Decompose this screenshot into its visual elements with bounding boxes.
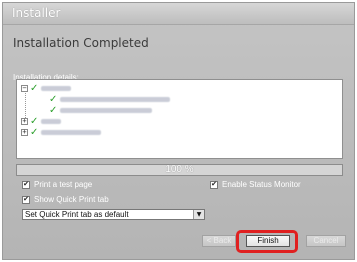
chevron-down-icon[interactable]: ▼ bbox=[193, 210, 204, 219]
show-quick-print-tab-label: Show Quick Print tab bbox=[34, 195, 109, 204]
expand-icon[interactable]: + bbox=[21, 117, 28, 125]
enable-status-monitor-checkbox[interactable]: ✔ bbox=[210, 180, 218, 189]
tree-item-label bbox=[60, 107, 153, 113]
tree-item-label bbox=[60, 96, 171, 102]
checkmark-icon: ✓ bbox=[30, 126, 39, 138]
progress-bar: 100 % bbox=[16, 164, 343, 176]
tree-connector bbox=[25, 90, 26, 118]
page-heading: Installation Completed bbox=[13, 36, 149, 50]
progress-label: 100 % bbox=[165, 164, 194, 175]
finish-highlight-callout bbox=[236, 230, 298, 253]
tree-item[interactable]: + ✓ bbox=[21, 115, 62, 127]
quick-print-default-select[interactable]: Set Quick Print tab as default ▼ bbox=[22, 209, 205, 220]
show-quick-print-tab-option[interactable]: ✔ Show Quick Print tab bbox=[22, 195, 109, 204]
tree-item[interactable]: ✓ bbox=[47, 104, 153, 116]
tree-item-label bbox=[41, 129, 102, 135]
print-test-page-checkbox[interactable]: ✔ bbox=[22, 180, 30, 189]
tree-item[interactable]: − ✓ bbox=[21, 82, 72, 94]
show-quick-print-tab-checkbox[interactable]: ✔ bbox=[22, 195, 30, 204]
back-button[interactable]: < Back bbox=[202, 235, 236, 247]
tree-item[interactable]: ✓ bbox=[47, 93, 171, 105]
expand-icon[interactable]: + bbox=[21, 128, 28, 136]
print-test-page-label: Print a test page bbox=[34, 180, 93, 189]
tree-item[interactable]: + ✓ bbox=[21, 126, 102, 138]
enable-status-monitor-option[interactable]: ✔ Enable Status Monitor bbox=[210, 180, 301, 189]
print-test-page-option[interactable]: ✔ Print a test page bbox=[22, 180, 92, 189]
title-bar: Installer bbox=[3, 3, 354, 25]
installation-details-tree[interactable]: − ✓ ✓ ✓ + ✓ + ✓ bbox=[16, 79, 343, 159]
checkmark-icon: ✓ bbox=[49, 104, 58, 116]
tree-item-label bbox=[41, 118, 62, 124]
checkmark-icon: ✓ bbox=[30, 82, 39, 94]
quick-print-select-value: Set Quick Print tab as default bbox=[25, 210, 129, 219]
checkmark-icon: ✓ bbox=[49, 93, 58, 105]
cancel-button[interactable]: Cancel bbox=[306, 235, 346, 247]
tree-item-label bbox=[41, 85, 72, 91]
enable-status-monitor-label: Enable Status Monitor bbox=[222, 180, 301, 189]
checkmark-icon: ✓ bbox=[30, 115, 39, 127]
window-title: Installer bbox=[12, 6, 61, 20]
collapse-icon[interactable]: − bbox=[21, 84, 28, 92]
